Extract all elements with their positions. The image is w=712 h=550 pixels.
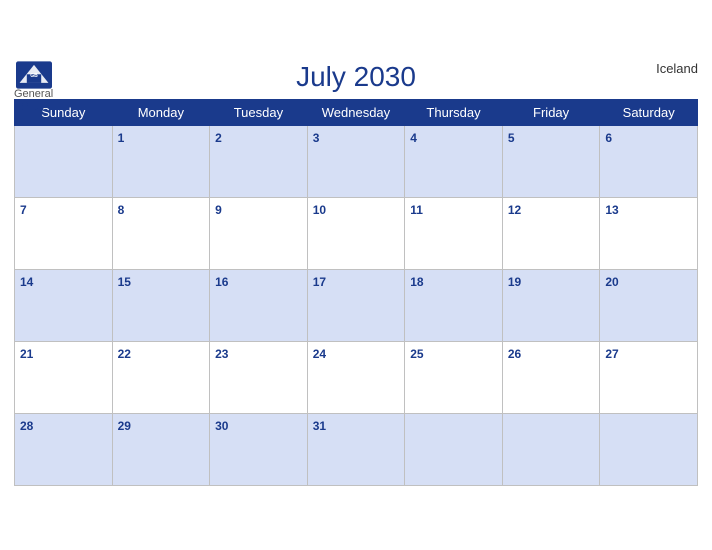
calendar-cell: 6 (600, 125, 698, 197)
calendar-cell: 18 (405, 269, 503, 341)
calendar-cell (405, 413, 503, 485)
calendar-cell (15, 125, 113, 197)
day-number: 11 (410, 203, 423, 217)
calendar-week-row: 21 22 23 24 25 26 27 (15, 341, 698, 413)
day-header-saturday: Saturday (600, 99, 698, 125)
day-number: 16 (215, 275, 228, 289)
calendar-week-row: 28 29 30 31 (15, 413, 698, 485)
logo-general-text: General (14, 89, 53, 100)
calendar-cell: 29 (112, 413, 210, 485)
calendar-cell: 12 (502, 197, 600, 269)
day-number: 18 (410, 275, 423, 289)
day-number: 2 (215, 131, 222, 145)
day-number: 23 (215, 347, 228, 361)
day-number: 29 (118, 419, 131, 433)
calendar-cell: 17 (307, 269, 405, 341)
day-number: 4 (410, 131, 417, 145)
day-number: 31 (313, 419, 326, 433)
day-number: 30 (215, 419, 228, 433)
svg-text:GB: GB (30, 73, 38, 79)
calendar-cell: 31 (307, 413, 405, 485)
calendar-cell (600, 413, 698, 485)
calendar-cell: 30 (210, 413, 308, 485)
calendar-week-row: 14 15 16 17 18 19 20 (15, 269, 698, 341)
calendar-cell: 14 (15, 269, 113, 341)
day-number: 7 (20, 203, 27, 217)
calendar-cell: 28 (15, 413, 113, 485)
calendar-cell: 24 (307, 341, 405, 413)
generalblue-logo-icon: GB (16, 61, 52, 89)
day-number: 5 (508, 131, 515, 145)
day-number: 20 (605, 275, 618, 289)
day-number: 19 (508, 275, 521, 289)
day-number: 26 (508, 347, 521, 361)
calendar-cell: 2 (210, 125, 308, 197)
calendar-cell: 25 (405, 341, 503, 413)
calendar-cell: 8 (112, 197, 210, 269)
calendar-cell: 1 (112, 125, 210, 197)
calendar-cell: 20 (600, 269, 698, 341)
calendar-cell (502, 413, 600, 485)
logo-blue-text: Blue (19, 100, 47, 113)
calendar-cell: 27 (600, 341, 698, 413)
calendar-cell: 5 (502, 125, 600, 197)
calendar-cell: 4 (405, 125, 503, 197)
country-label: Iceland (656, 61, 698, 76)
day-number: 15 (118, 275, 131, 289)
day-number: 28 (20, 419, 33, 433)
calendar-cell: 13 (600, 197, 698, 269)
day-number: 10 (313, 203, 326, 217)
day-number: 25 (410, 347, 423, 361)
calendar-cell: 16 (210, 269, 308, 341)
calendar-header: GB General Blue July 2030 Iceland (14, 61, 698, 93)
day-number: 8 (118, 203, 125, 217)
calendar-cell: 10 (307, 197, 405, 269)
calendar-week-row: 1 2 3 4 5 6 (15, 125, 698, 197)
day-number: 12 (508, 203, 521, 217)
day-header-wednesday: Wednesday (307, 99, 405, 125)
calendar-cell: 26 (502, 341, 600, 413)
day-number: 21 (20, 347, 33, 361)
day-number: 17 (313, 275, 326, 289)
days-header-row: SundayMondayTuesdayWednesdayThursdayFrid… (15, 99, 698, 125)
day-number: 6 (605, 131, 612, 145)
day-number: 3 (313, 131, 320, 145)
day-number: 24 (313, 347, 326, 361)
day-header-tuesday: Tuesday (210, 99, 308, 125)
day-number: 13 (605, 203, 618, 217)
day-number: 14 (20, 275, 33, 289)
calendar-week-row: 7 8 9 10 11 12 13 (15, 197, 698, 269)
calendar-cell: 3 (307, 125, 405, 197)
calendar-cell: 23 (210, 341, 308, 413)
calendar-cell: 7 (15, 197, 113, 269)
calendar-wrapper: GB General Blue July 2030 Iceland Sunday… (0, 51, 712, 500)
day-number: 27 (605, 347, 618, 361)
day-header-friday: Friday (502, 99, 600, 125)
calendar-cell: 19 (502, 269, 600, 341)
day-number: 22 (118, 347, 131, 361)
calendar-cell: 15 (112, 269, 210, 341)
calendar-title: July 2030 (296, 61, 416, 93)
day-number: 1 (118, 131, 125, 145)
calendar-table: SundayMondayTuesdayWednesdayThursdayFrid… (14, 99, 698, 486)
day-number: 9 (215, 203, 222, 217)
day-header-monday: Monday (112, 99, 210, 125)
calendar-cell: 21 (15, 341, 113, 413)
calendar-cell: 22 (112, 341, 210, 413)
calendar-cell: 9 (210, 197, 308, 269)
logo-area: GB General Blue (14, 61, 53, 113)
calendar-cell: 11 (405, 197, 503, 269)
day-header-thursday: Thursday (405, 99, 503, 125)
